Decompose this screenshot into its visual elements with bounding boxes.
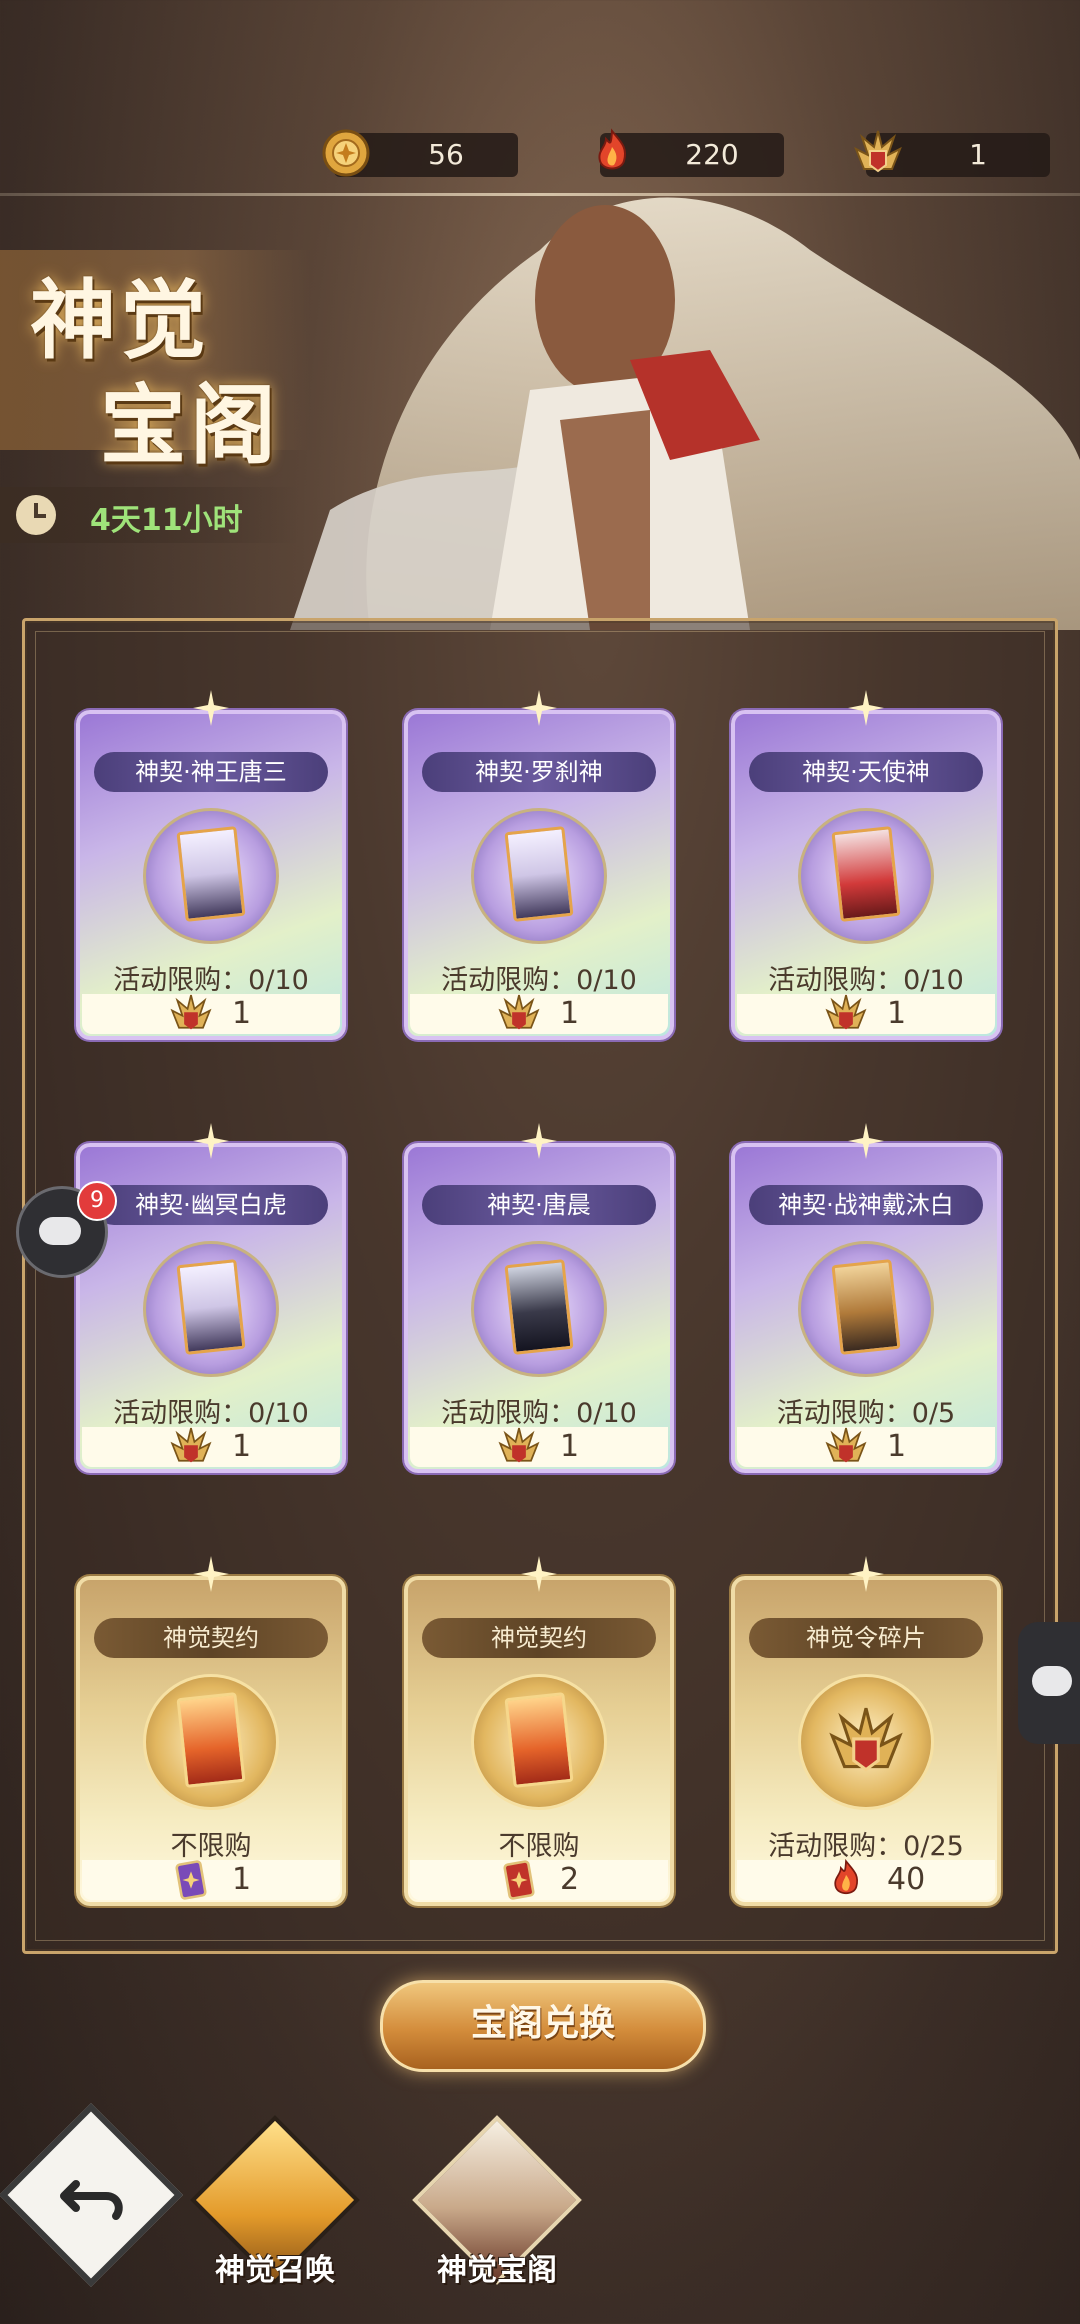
chat-button[interactable]: 9 [16, 1181, 117, 1278]
card-portrait-circle [471, 808, 607, 944]
card-portrait-circle [143, 1241, 279, 1377]
character-portrait-icon [831, 1259, 901, 1355]
card-portrait-circle [798, 1674, 934, 1810]
card-cost: 1 [82, 1860, 340, 1900]
emblem-token-icon [498, 1427, 540, 1463]
contract-card-icon [176, 1692, 246, 1788]
shop-item-card[interactable]: 神契·幽冥白虎 活动限购：0/10 1 [76, 1123, 346, 1473]
card-cost: 2 [410, 1860, 668, 1900]
cost-value: 1 [560, 996, 580, 1031]
emblem-token-icon [170, 1427, 212, 1463]
card-title: 神契·神王唐三 [94, 752, 328, 792]
cost-value: 1 [232, 996, 252, 1031]
shop-item-card[interactable]: 神契·罗刹神 活动限购：0/10 1 [404, 690, 674, 1040]
sparkle-icon [193, 1123, 229, 1159]
emblem-token-icon [498, 994, 540, 1030]
shop-item-card[interactable]: 神契·天使神 活动限购：0/10 1 [731, 690, 1001, 1040]
sparkle-icon [521, 1556, 557, 1592]
card-portrait-circle [798, 808, 934, 944]
shop-item-card[interactable]: 神契·神王唐三 活动限购：0/10 1 [76, 690, 346, 1040]
sparkle-icon [848, 690, 884, 726]
back-arrow-icon [60, 2180, 123, 2220]
emblem-token-icon [825, 994, 867, 1030]
nav-summon-label: 神觉召唤 [215, 2253, 335, 2288]
card-title: 神契·幽冥白虎 [94, 1185, 328, 1225]
card-cost: 1 [410, 1427, 668, 1467]
cost-value: 1 [560, 1429, 580, 1464]
side-chat-button[interactable] [1018, 1622, 1080, 1744]
timer-text: 4天11小时 [90, 503, 243, 538]
card-portrait-circle [471, 1674, 607, 1810]
shop-item-card[interactable]: 神觉令碎片 活动限购：0/25 40 [731, 1556, 1001, 1906]
card-title: 神契·战神戴沐白 [749, 1185, 983, 1225]
nav-summon[interactable]: 神觉召唤 [190, 2115, 360, 2300]
card-title: 神契·天使神 [749, 752, 983, 792]
nav-treasure[interactable]: 神觉宝阁 [412, 2115, 582, 2300]
page-title-line2: 宝阁 [100, 375, 280, 476]
shop-item-card[interactable]: 神觉契约 不限购 1 [76, 1556, 346, 1906]
hero-illustration [290, 197, 1080, 630]
sparkle-icon [521, 690, 557, 726]
chat-bubble-icon [1032, 1666, 1072, 1696]
card-portrait-circle [798, 1241, 934, 1377]
emblem-fragment-icon [829, 1707, 903, 1772]
sparkle-icon [848, 1123, 884, 1159]
red-card-icon [503, 1860, 535, 1900]
card-cost: 1 [82, 1427, 340, 1467]
card-cost: 1 [410, 994, 668, 1034]
shop-item-card[interactable]: 神契·唐晨 活动限购：0/10 1 [404, 1123, 674, 1473]
redeem-button[interactable]: 宝阁兑换 [380, 1980, 706, 2072]
contract-card-icon [504, 1692, 574, 1788]
card-portrait-circle [471, 1241, 607, 1377]
sparkle-icon [193, 1556, 229, 1592]
purple-badge-icon [175, 1860, 207, 1900]
card-title: 神觉契约 [422, 1618, 656, 1658]
cost-value: 1 [232, 1862, 252, 1897]
card-title: 神契·罗刹神 [422, 752, 656, 792]
fire-crystal-icon [834, 1858, 858, 1895]
card-cost: 40 [737, 1858, 995, 1900]
card-cost: 1 [82, 994, 340, 1034]
character-portrait-icon [504, 1259, 574, 1355]
card-portrait-circle [143, 1674, 279, 1810]
character-portrait-icon [831, 826, 901, 922]
card-title: 神觉契约 [94, 1618, 328, 1658]
sparkle-icon [848, 1556, 884, 1592]
chat-unread-badge: 9 [77, 1181, 117, 1221]
character-portrait-icon [176, 1259, 246, 1355]
character-portrait-icon [504, 826, 574, 922]
cost-value: 1 [887, 996, 907, 1031]
shop-item-card[interactable]: 神觉契约 不限购 2 [404, 1556, 674, 1906]
emblem-token-icon [170, 994, 212, 1030]
card-portrait-circle [143, 808, 279, 944]
cost-value: 1 [232, 1429, 252, 1464]
shop-item-card[interactable]: 神契·战神戴沐白 活动限购：0/5 1 [731, 1123, 1001, 1473]
card-cost: 1 [737, 1427, 995, 1467]
character-portrait-icon [176, 826, 246, 922]
emblem-token-icon [825, 1427, 867, 1463]
cost-value: 40 [887, 1862, 926, 1897]
sparkle-icon [193, 690, 229, 726]
card-title: 神觉令碎片 [749, 1618, 983, 1658]
card-title: 神契·唐晨 [422, 1185, 656, 1225]
clock-icon [16, 495, 56, 535]
event-timer: 4天11小时 [0, 487, 300, 543]
nav-treasure-label: 神觉宝阁 [437, 2253, 557, 2288]
chat-bubble-icon [39, 1217, 81, 1245]
sparkle-icon [521, 1123, 557, 1159]
card-cost: 1 [737, 994, 995, 1034]
cost-value: 2 [560, 1862, 580, 1897]
cost-value: 1 [887, 1429, 907, 1464]
